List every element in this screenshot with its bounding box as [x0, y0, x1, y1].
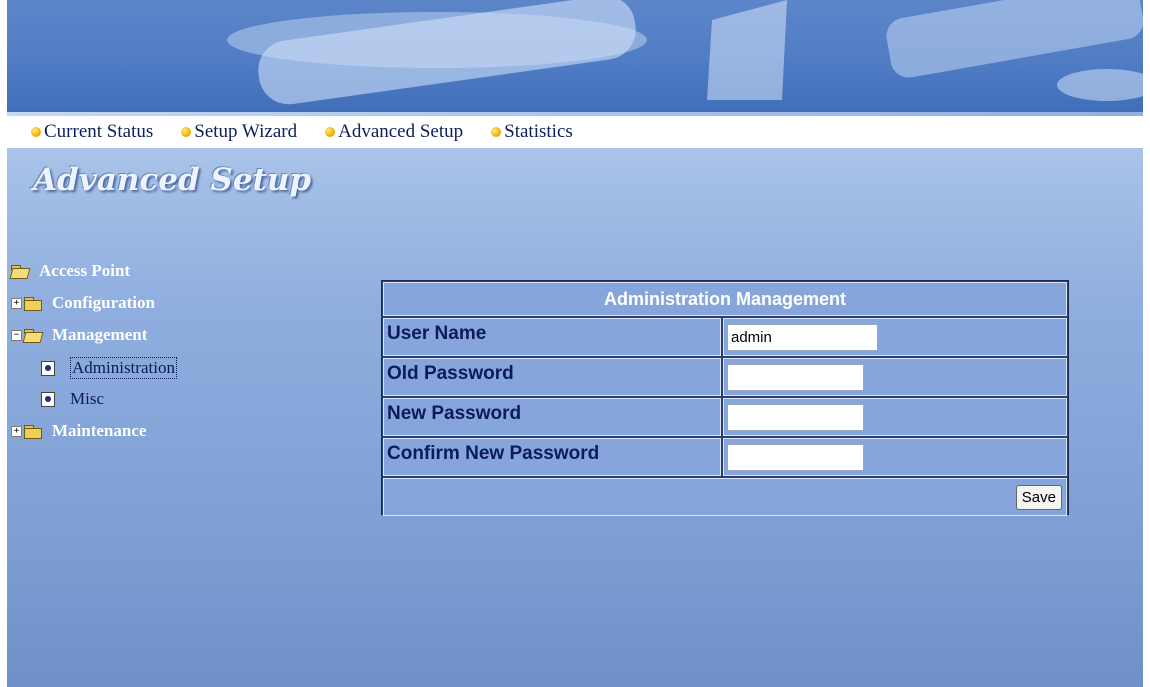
panel-title: Administration Management — [383, 282, 1067, 316]
collapse-icon[interactable]: − — [11, 329, 22, 341]
panel-footer: Save — [383, 478, 1067, 516]
tree-label: Administration — [70, 357, 177, 379]
bullet-icon — [181, 127, 192, 137]
folder-icon — [24, 424, 42, 439]
page-icon — [41, 391, 55, 407]
confirm-password-label: Confirm New Password — [383, 438, 721, 476]
tree-item-maintenance[interactable]: + Maintenance — [11, 421, 146, 441]
tree-label: Misc — [70, 389, 104, 408]
tree-label: Access Point — [39, 261, 131, 280]
expand-icon[interactable]: + — [11, 425, 22, 437]
old-password-label: Old Password — [383, 358, 721, 396]
nav-statistics[interactable]: Statistics — [491, 121, 573, 143]
tree-item-access-point[interactable]: Access Point — [11, 261, 130, 281]
bullet-icon — [31, 127, 41, 137]
nav-label: Current Status — [44, 121, 154, 142]
bullet-icon — [325, 127, 336, 137]
tree-item-misc[interactable]: Misc — [41, 389, 104, 409]
nav-current-status[interactable]: Current Status — [31, 121, 153, 143]
open-folder-icon — [24, 328, 42, 342]
user-name-cell — [723, 318, 1067, 356]
expand-icon[interactable]: + — [11, 297, 22, 309]
tree-item-management[interactable]: − Management — [11, 325, 147, 345]
new-password-row: New Password — [383, 398, 1067, 436]
page-title: Advanced Setup — [33, 162, 312, 198]
confirm-password-row: Confirm New Password — [383, 438, 1067, 476]
nav-advanced-setup[interactable]: Advanced Setup — [325, 121, 463, 143]
tree-item-administration[interactable]: Administration — [41, 357, 177, 379]
header-banner — [7, 0, 1143, 116]
save-button[interactable]: Save — [1015, 484, 1062, 510]
confirm-password-input[interactable] — [727, 443, 864, 471]
user-name-input[interactable] — [727, 323, 878, 351]
tree-label: Maintenance — [52, 421, 147, 440]
nav-setup-wizard[interactable]: Setup Wizard — [181, 121, 297, 143]
user-name-row: User Name — [383, 318, 1067, 356]
page-icon — [41, 360, 55, 376]
tree-label: Management — [52, 325, 148, 344]
main-nav: Current Status Setup Wizard Advanced Set… — [7, 116, 1143, 148]
tree-label: Configuration — [52, 293, 155, 312]
new-password-input[interactable] — [727, 403, 864, 431]
bullet-icon — [491, 127, 502, 137]
old-password-cell — [723, 358, 1067, 396]
user-name-label: User Name — [383, 318, 721, 356]
nav-label: Setup Wizard — [194, 121, 298, 142]
tree-item-configuration[interactable]: + Configuration — [11, 293, 155, 313]
router-banner-image — [227, 0, 1143, 105]
old-password-row: Old Password — [383, 358, 1067, 396]
folder-icon — [24, 296, 42, 311]
confirm-password-cell — [723, 438, 1067, 476]
nav-label: Statistics — [504, 121, 573, 142]
open-folder-icon — [11, 264, 29, 278]
new-password-cell — [723, 398, 1067, 436]
old-password-input[interactable] — [727, 363, 864, 391]
administration-panel: Administration Management User Name Old … — [381, 280, 1069, 516]
content-area: Advanced Setup Access Point + Configurat… — [7, 148, 1143, 687]
nav-label: Advanced Setup — [338, 121, 464, 142]
new-password-label: New Password — [383, 398, 721, 436]
